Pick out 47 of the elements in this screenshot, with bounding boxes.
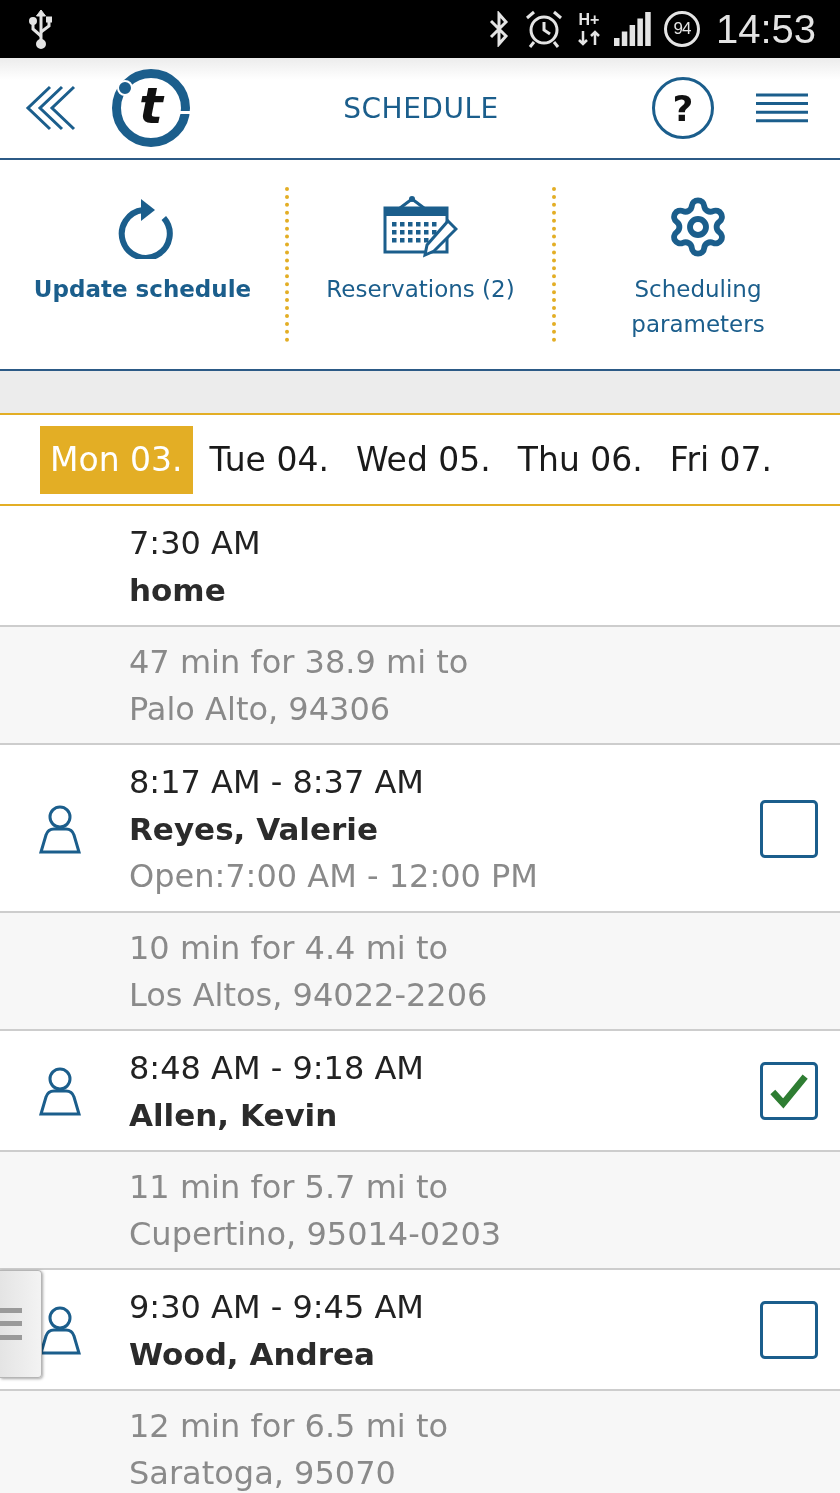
checkbox[interactable] <box>760 1062 818 1120</box>
day-tab[interactable]: Tue 04. <box>199 425 339 494</box>
checkbox[interactable] <box>760 1301 818 1359</box>
app-logo: t <box>112 69 190 147</box>
opening-hours: Open:7:00 AM - 12:00 PM <box>129 857 538 894</box>
client-name: Reyes, Valerie <box>129 810 378 847</box>
travel-summary: 12 min for 6.5 mi to <box>129 1407 448 1444</box>
checkmark-icon <box>769 1072 809 1110</box>
time-text: 8:48 AM - 9:18 AM <box>129 1049 424 1086</box>
toolbar-button[interactable]: Update schedule <box>25 187 260 307</box>
destination-text: Los Altos, 94022-2206 <box>129 976 488 1013</box>
person-icon <box>38 1066 82 1116</box>
destination-text: Palo Alto, 94306 <box>129 690 391 727</box>
day-tab[interactable]: Thu 06. <box>507 425 653 494</box>
client-name: Allen, Kevin <box>129 1096 338 1133</box>
menu-icon <box>756 93 808 123</box>
menu-button[interactable] <box>756 93 808 123</box>
back-button[interactable] <box>24 84 78 132</box>
calendar-pencil-icon <box>382 195 459 259</box>
travel-summary: 10 min for 4.4 mi to <box>129 929 448 966</box>
signal-icon <box>613 12 652 46</box>
person-icon <box>38 803 82 854</box>
day-tab[interactable]: Fri 07. <box>659 425 783 494</box>
travel-summary: 11 min for 5.7 mi to <box>129 1168 448 1205</box>
grip-lines-icon <box>0 1308 22 1340</box>
screen-title: SCHEDULE <box>343 91 499 125</box>
time-text: 9:30 AM - 9:45 AM <box>129 1288 424 1325</box>
destination-text: Saratoga, 95070 <box>129 1454 396 1491</box>
client-name: Wood, Andrea <box>129 1335 375 1372</box>
toolbar-button[interactable]: Reservations (2) <box>318 187 523 307</box>
time-text: 8:17 AM - 8:37 AM <box>129 763 424 800</box>
battery-indicator: 94 <box>663 11 700 47</box>
clock-text: 14:53 <box>715 6 816 52</box>
checkbox[interactable] <box>760 799 818 858</box>
network-type-label: H+ <box>578 12 600 28</box>
day-tab[interactable]: Wed 05. <box>345 425 501 494</box>
help-button[interactable]: ? <box>652 77 714 139</box>
drawer-handle[interactable] <box>0 1270 42 1378</box>
destination-text: Cupertino, 95014-0203 <box>129 1215 502 1252</box>
time-text: 7:30 AM <box>129 524 261 561</box>
travel-summary: 47 min for 38.9 mi to <box>129 643 469 680</box>
double-chevron-left-icon <box>24 84 78 132</box>
data-arrows-icon <box>575 30 602 46</box>
toolbar-button[interactable]: Scheduling parameters <box>573 187 823 342</box>
usb-icon <box>28 9 54 49</box>
location-name: home <box>129 571 226 608</box>
alarm-clock-icon <box>523 9 564 49</box>
